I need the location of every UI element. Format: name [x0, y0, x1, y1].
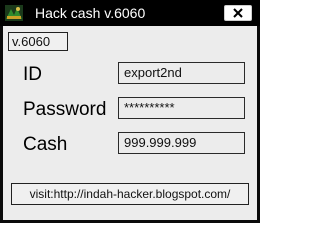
version-label: v.6060	[8, 32, 68, 51]
app-window: Hack cash v.6060 v.6060 ID export2nd Pas…	[0, 0, 260, 223]
id-label: ID	[23, 64, 42, 85]
window-title: Hack cash v.6060	[35, 5, 146, 21]
app-logo-icon	[5, 5, 23, 21]
title-bar[interactable]: Hack cash v.6060	[0, 0, 260, 26]
close-button[interactable]	[224, 5, 252, 21]
password-field[interactable]: **********	[118, 97, 245, 119]
cash-label: Cash	[23, 134, 68, 155]
cash-field[interactable]: 999.999.999	[118, 132, 245, 154]
visit-link[interactable]: visit:http://indah-hacker.blogspot.com/	[11, 183, 249, 205]
form-panel: v.6060 ID export2nd Password ********** …	[3, 26, 257, 220]
id-field[interactable]: export2nd	[118, 62, 245, 84]
password-label: Password	[23, 99, 107, 120]
